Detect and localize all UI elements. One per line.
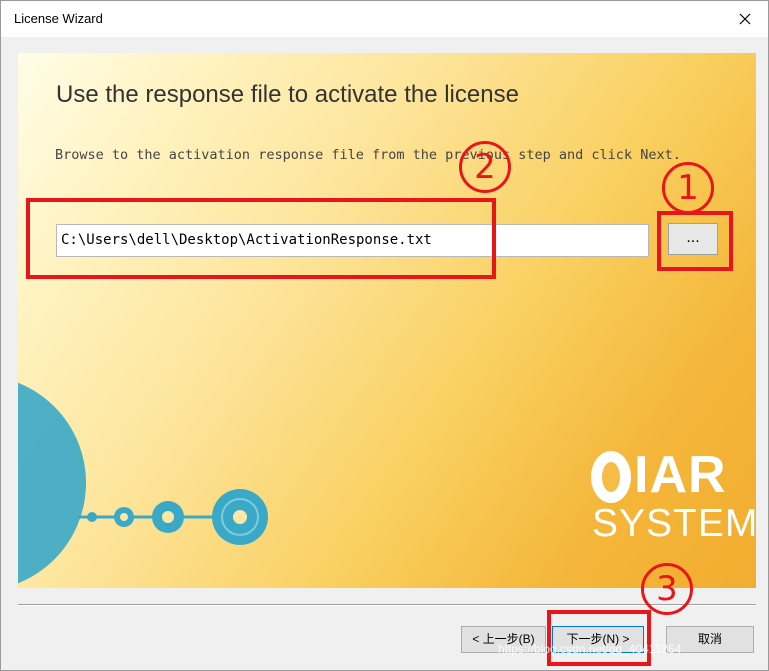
wizard-panel: Use the response file to activate the li… bbox=[18, 53, 756, 588]
annotation-box-next bbox=[547, 610, 651, 666]
instructions-text: Browse to the activation response file f… bbox=[55, 147, 681, 163]
annotation-box-browse bbox=[657, 211, 733, 271]
logo-word-systems: SYSTEMS bbox=[592, 502, 756, 545]
watermark-text: https://blog.csdn.net/qq_40411264 bbox=[498, 642, 682, 656]
iar-systems-logo: IAR SYSTEMS bbox=[592, 446, 756, 545]
title-bar: License Wizard bbox=[1, 1, 768, 37]
page-heading: Use the response file to activate the li… bbox=[56, 81, 519, 108]
annotation-number-3: 3 bbox=[641, 563, 693, 615]
close-button[interactable] bbox=[722, 1, 768, 37]
logo-word-iar: IAR bbox=[634, 446, 727, 504]
annotation-box-path bbox=[26, 198, 496, 279]
annotation-number-2: 2 bbox=[459, 141, 511, 193]
annotation-number-1: 1 bbox=[662, 162, 714, 214]
close-icon bbox=[739, 13, 751, 25]
window-title: License Wizard bbox=[14, 11, 103, 26]
